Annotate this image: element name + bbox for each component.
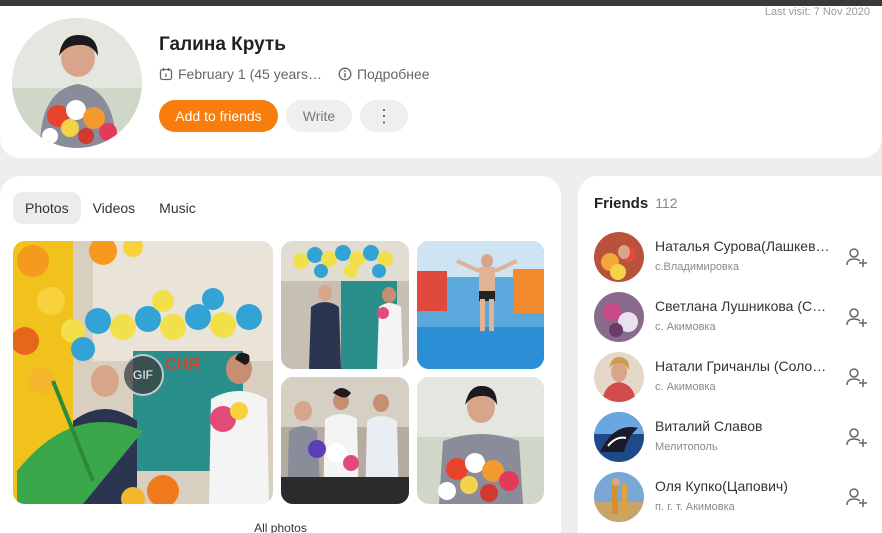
profile-meta: February 1 (45 years… Подробнее [159, 66, 430, 82]
friend-name[interactable]: Натали Гричанлы (Соло… [655, 358, 835, 374]
friends-header[interactable]: Friends 112 [594, 195, 678, 212]
more-info-link[interactable]: Подробнее [338, 66, 430, 82]
media-section: Photos Videos Music СНЯ GIF All photos [0, 176, 561, 533]
last-visit: Last visit: 7 Nov 2020 [764, 6, 870, 18]
friends-title: Friends [594, 195, 649, 212]
kebab-menu-icon[interactable]: ⋮ [360, 100, 408, 132]
tab-photos[interactable]: Photos [13, 192, 81, 224]
photo-thumb[interactable] [417, 377, 544, 504]
add-friend-icon[interactable] [844, 425, 868, 449]
add-friend-icon[interactable] [844, 485, 868, 509]
friend-avatar[interactable] [594, 472, 644, 522]
friend-name[interactable]: Оля Купко(Цапович) [655, 478, 835, 494]
friend-location: с. Акимовка [655, 381, 716, 393]
friend-avatar[interactable] [594, 292, 644, 342]
avatar[interactable] [12, 18, 142, 148]
add-friend-icon[interactable] [844, 245, 868, 269]
photo-thumb[interactable] [281, 377, 409, 504]
friend-item[interactable]: Виталий Славов Мелитополь [594, 412, 874, 462]
friend-name[interactable]: Светлана Лушникова (С… [655, 298, 835, 314]
photo-thumb[interactable] [281, 241, 409, 369]
info-icon [338, 67, 352, 81]
friend-item[interactable]: Натали Гричанлы (Соло… с. Акимовка [594, 352, 874, 402]
add-friend-icon[interactable] [844, 305, 868, 329]
photo-thumb[interactable] [417, 241, 544, 369]
svg-text:СНЯ: СНЯ [165, 356, 200, 373]
media-tabs: Photos Videos Music [13, 192, 208, 224]
friend-item[interactable]: Наталья Сурова(Лашкев… с.Владимировка [594, 232, 874, 282]
birthday: February 1 (45 years… [159, 66, 322, 82]
profile-header: Last visit: 7 Nov 2020 Галина Круть Febr… [0, 6, 882, 158]
friend-location: с. Акимовка [655, 321, 716, 333]
gif-badge[interactable]: GIF [122, 354, 164, 396]
friend-avatar[interactable] [594, 412, 644, 462]
friend-item[interactable]: Оля Купко(Цапович) п. г. т. Акимовка [594, 472, 874, 522]
all-photos-link[interactable]: All photos [0, 521, 561, 533]
friend-location: Мелитополь [655, 441, 718, 453]
add-to-friends-button[interactable]: Add to friends [159, 100, 278, 132]
write-button[interactable]: Write [286, 100, 352, 132]
friends-section: Friends 112 Наталья Сурова(Лашкев… с.Вла… [578, 176, 882, 533]
more-info-label: Подробнее [356, 66, 430, 82]
friend-name[interactable]: Наталья Сурова(Лашкев… [655, 238, 835, 254]
profile-name: Галина Круть [159, 34, 286, 55]
friend-item[interactable]: Светлана Лушникова (С… с. Акимовка [594, 292, 874, 342]
birthday-text: February 1 (45 years… [178, 66, 322, 82]
tab-videos[interactable]: Videos [81, 192, 148, 224]
calendar-icon [159, 68, 173, 81]
friend-location: п. г. т. Акимовка [655, 501, 735, 513]
friends-count: 112 [655, 195, 678, 211]
tab-music[interactable]: Music [147, 192, 208, 224]
friend-location: с.Владимировка [655, 261, 739, 273]
add-friend-icon[interactable] [844, 365, 868, 389]
friend-name[interactable]: Виталий Славов [655, 418, 835, 434]
friend-avatar[interactable] [594, 352, 644, 402]
profile-actions: Add to friends Write ⋮ [159, 100, 416, 132]
friend-avatar[interactable] [594, 232, 644, 282]
